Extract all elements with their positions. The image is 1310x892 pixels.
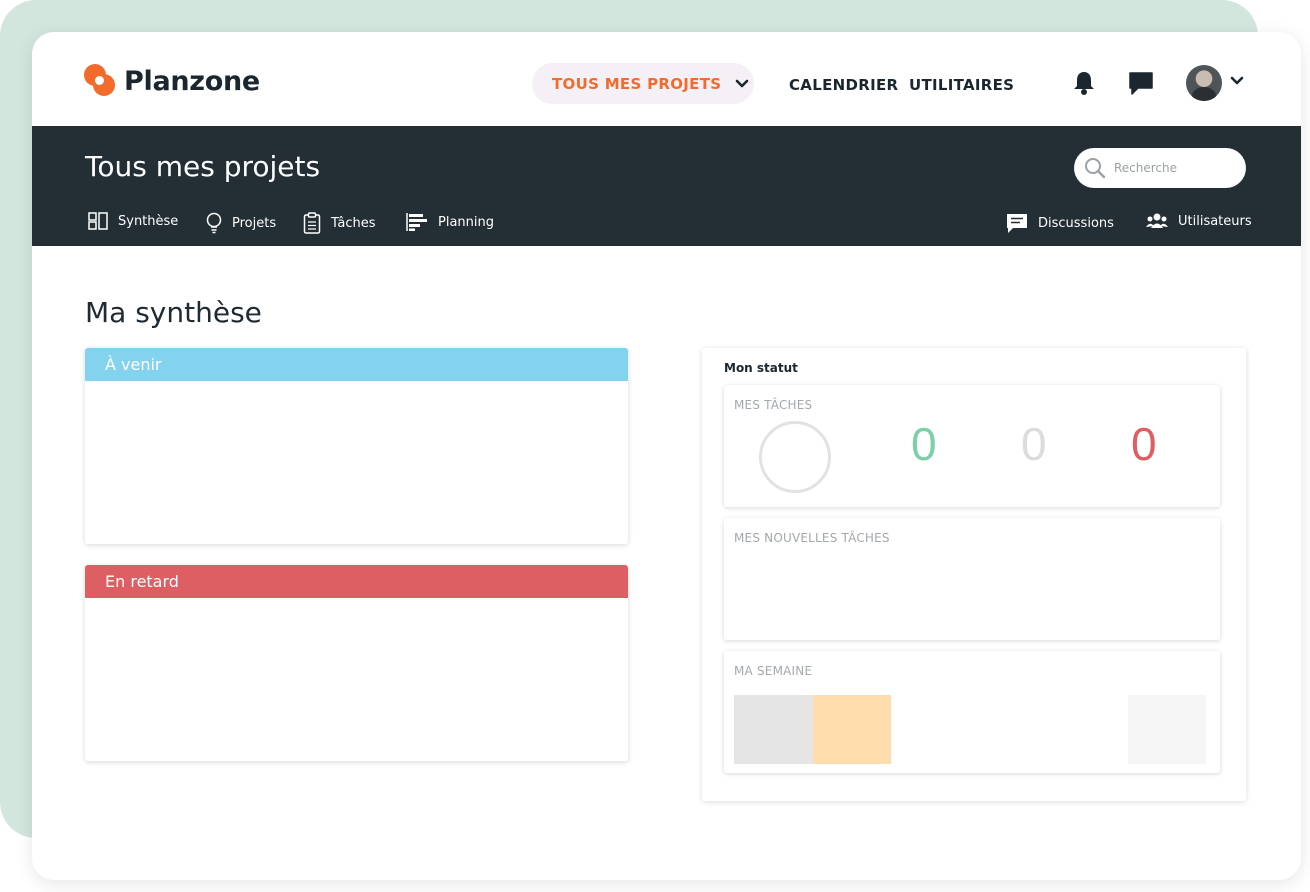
late-label: En retard	[105, 572, 179, 591]
logo-text: Planzone	[124, 65, 260, 97]
my-tasks-label: MES TÂCHES	[734, 398, 813, 412]
lightbulb-icon	[206, 212, 222, 234]
search-icon	[1085, 158, 1106, 179]
tab-synthese-label: Synthèse	[118, 213, 179, 229]
my-week-label: MA SEMAINE	[734, 664, 813, 678]
nav-utilities[interactable]: UTILITAIRES	[909, 76, 1014, 94]
gantt-icon	[406, 213, 427, 231]
week-day-block	[813, 695, 891, 764]
planzone-logo-icon	[84, 64, 118, 98]
search-box[interactable]	[1074, 148, 1246, 188]
tab-planning-label: Planning	[438, 214, 494, 230]
tab-taches-label: Tâches	[331, 215, 376, 231]
new-tasks-card[interactable]: MES NOUVELLES TÂCHES	[724, 518, 1220, 640]
tab-discussions[interactable]: Discussions	[1006, 212, 1114, 234]
tasks-progress-ring	[759, 421, 831, 493]
logo[interactable]: Planzone	[84, 64, 260, 98]
app-window: Planzone TOUS MES PROJETS CALENDRIER UTI…	[32, 32, 1301, 880]
upcoming-header[interactable]: À venir	[85, 348, 628, 381]
avatar[interactable]	[1186, 65, 1222, 101]
late-header[interactable]: En retard	[85, 565, 628, 598]
tab-utilisateurs-label: Utilisateurs	[1178, 213, 1252, 229]
my-week-card[interactable]: MA SEMAINE	[724, 651, 1220, 773]
my-tasks-card[interactable]: MES TÂCHES 0 0 0	[724, 385, 1220, 507]
clipboard-icon	[303, 212, 321, 234]
nav-all-projects-label: TOUS MES PROJETS	[552, 74, 722, 93]
top-bar: Planzone TOUS MES PROJETS CALENDRIER UTI…	[32, 32, 1301, 126]
bell-icon[interactable]	[1072, 70, 1096, 96]
nav-all-projects-dropdown[interactable]: TOUS MES PROJETS	[532, 63, 754, 104]
week-day-block	[734, 695, 813, 764]
tasks-count-done[interactable]: 0	[911, 417, 937, 471]
upcoming-card: À venir	[85, 348, 628, 544]
project-header: Tous mes projets Synthèse Projets Tâches…	[32, 126, 1301, 246]
tasks-count-pending[interactable]: 0	[1021, 417, 1047, 471]
tasks-count-late[interactable]: 0	[1131, 417, 1157, 471]
tab-utilisateurs[interactable]: Utilisateurs	[1146, 212, 1252, 230]
chat-icon	[1007, 214, 1027, 233]
tab-taches[interactable]: Tâches	[303, 212, 376, 234]
tab-planning[interactable]: Planning	[406, 212, 494, 232]
nav-calendar[interactable]: CALENDRIER	[789, 76, 898, 94]
tab-projets-label: Projets	[232, 215, 277, 231]
status-title: Mon statut	[724, 361, 798, 375]
chevron-down-icon	[736, 79, 749, 87]
chat-icon[interactable]	[1128, 70, 1154, 96]
dashboard-icon	[88, 212, 108, 230]
tab-synthese[interactable]: Synthèse	[88, 212, 178, 230]
status-panel: Mon statut MES TÂCHES 0 0 0 MES NOUVELLE…	[702, 348, 1246, 801]
chevron-down-icon[interactable]	[1230, 76, 1244, 86]
search-input[interactable]	[1114, 161, 1234, 175]
page-title: Tous mes projets	[85, 150, 321, 183]
users-icon	[1146, 213, 1168, 228]
section-title: Ma synthèse	[85, 296, 262, 329]
upcoming-label: À venir	[105, 355, 162, 374]
week-day-block	[1128, 695, 1206, 764]
tab-discussions-label: Discussions	[1038, 215, 1114, 231]
tab-projets[interactable]: Projets	[206, 212, 276, 234]
late-card: En retard	[85, 565, 628, 761]
new-tasks-label: MES NOUVELLES TÂCHES	[734, 531, 890, 545]
